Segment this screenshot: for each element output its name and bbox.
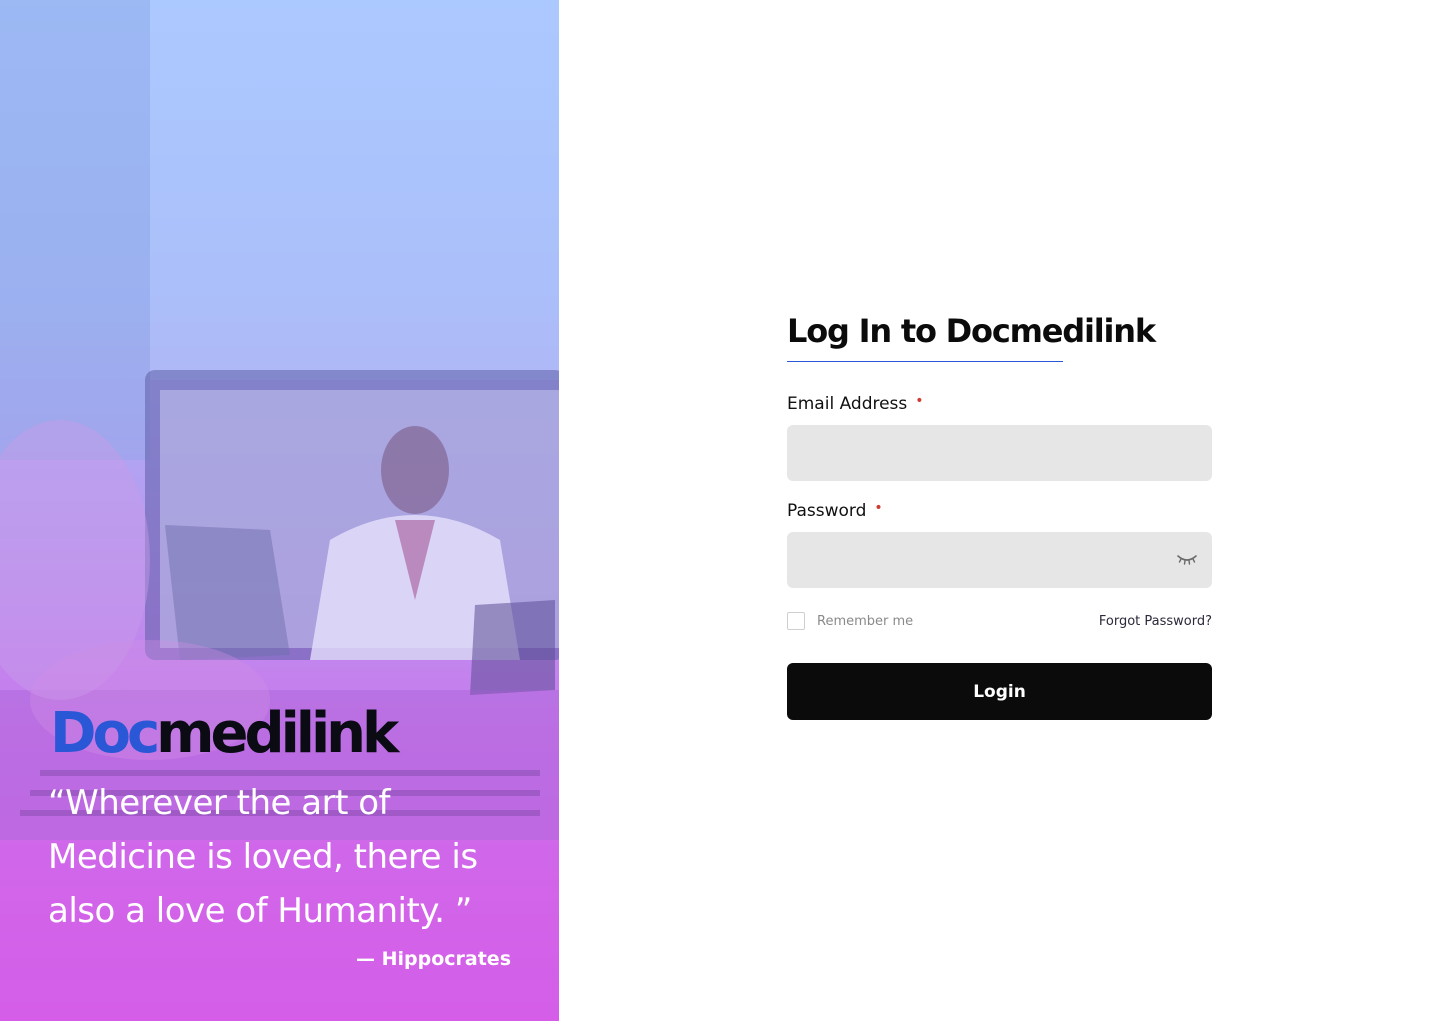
brand-logo: Docmedilink	[50, 701, 399, 766]
password-field-wrapper	[787, 532, 1212, 588]
login-button[interactable]: Login	[787, 663, 1212, 720]
hero-quote: “Wherever the art of Medicine is loved, …	[48, 783, 478, 931]
login-options-row: Remember me Forgot Password?	[787, 610, 1212, 632]
required-marker: •	[915, 393, 924, 409]
title-underline	[787, 361, 1063, 362]
remember-me[interactable]: Remember me	[787, 612, 913, 630]
hero-quote-author: — Hippocrates	[355, 948, 511, 970]
required-marker: •	[874, 500, 883, 516]
form-panel: Log In to Docmedilink Email Address • Pa…	[559, 0, 1440, 1021]
password-label: Password •	[787, 499, 1212, 523]
brand-logo-part-doc: Doc	[50, 701, 160, 766]
password-field[interactable]	[787, 532, 1212, 588]
eye-closed-icon[interactable]	[1176, 550, 1198, 568]
email-label-text: Email Address	[787, 394, 908, 414]
hero-panel: Docmedilink “Wherever the art of Medicin…	[0, 0, 559, 1021]
brand-logo-part-medilink: medilink	[156, 701, 399, 766]
password-label-text: Password	[787, 501, 867, 521]
email-label: Email Address •	[787, 392, 1212, 416]
email-field[interactable]	[787, 425, 1212, 481]
remember-me-label: Remember me	[817, 613, 914, 629]
remember-me-checkbox[interactable]	[787, 612, 805, 630]
login-form: Log In to Docmedilink Email Address • Pa…	[787, 308, 1212, 720]
forgot-password-link[interactable]: Forgot Password?	[1099, 614, 1212, 629]
login-page: Docmedilink “Wherever the art of Medicin…	[0, 0, 1440, 1021]
email-field-wrapper	[787, 425, 1212, 481]
page-title: Log In to Docmedilink	[787, 312, 1156, 350]
